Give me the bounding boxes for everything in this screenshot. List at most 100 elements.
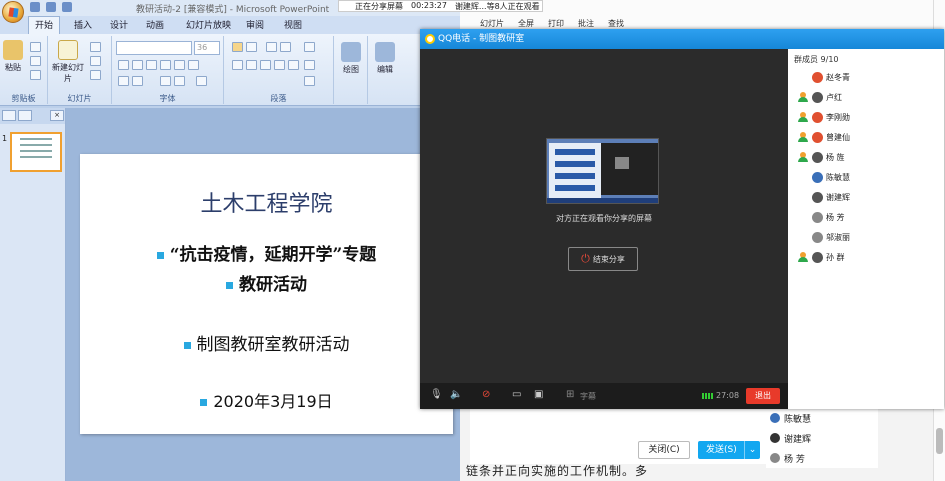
member-row[interactable]: 曾建仙	[788, 127, 944, 147]
cut-icon[interactable]	[30, 42, 41, 52]
subtitle-icon[interactable]: ⊞	[566, 389, 574, 400]
indent-increase-icon[interactable]	[280, 42, 291, 52]
member-row[interactable]: 赵冬青	[788, 67, 944, 87]
numbering-icon[interactable]	[246, 42, 257, 52]
align-right-icon[interactable]	[260, 60, 271, 70]
exit-button[interactable]: 退出	[746, 388, 780, 404]
list-item[interactable]: 陈敏慧	[766, 408, 878, 428]
qq-title-bar: QQ电话 - 制图教研室	[420, 29, 944, 49]
paste-button[interactable]: 粘贴	[2, 40, 24, 73]
slide-canvas[interactable]: 土木工程学院 “抗击疫情，延期开学”专题 教研活动 制图教研室教研活动 2020…	[80, 154, 453, 434]
grow-font-icon[interactable]	[160, 76, 171, 86]
member-row[interactable]: 卢红	[788, 87, 944, 107]
undo-icon[interactable]	[46, 2, 56, 12]
bold-icon[interactable]	[118, 60, 129, 70]
slides-tab[interactable]	[2, 110, 16, 121]
strikethrough-icon[interactable]	[160, 60, 171, 70]
slide-bullet-3[interactable]: 制图教研室教研活动	[80, 330, 453, 355]
editing-button[interactable]: 编辑	[374, 42, 396, 75]
member-row[interactable]: 杨 芳	[788, 207, 944, 227]
shadow-icon[interactable]	[174, 60, 185, 70]
screen-share-status-bar: 正在分享屏幕 00:23:27 谢建辉...等8人正在观看	[338, 0, 543, 12]
indent-decrease-icon[interactable]	[266, 42, 277, 52]
tab-home[interactable]: 开始	[28, 16, 61, 34]
toolbar-print[interactable]: 打印	[548, 18, 564, 29]
member-row[interactable]: 李刚勋	[788, 107, 944, 127]
slide-thumbnail[interactable]	[10, 132, 62, 172]
align-left-icon[interactable]	[232, 60, 243, 70]
member-row[interactable]: 谢建辉	[788, 187, 944, 207]
member-name: 曾建仙	[826, 132, 850, 142]
bullet-icon	[156, 252, 164, 259]
layout-icon[interactable]	[90, 42, 101, 52]
thumb-number: 1	[2, 134, 8, 143]
font-size-combo[interactable]: 36	[194, 41, 220, 55]
slide-bullet-4[interactable]: 2020年3月19日	[80, 388, 453, 412]
spacing-icon[interactable]	[188, 60, 199, 70]
speaker-icon[interactable]: 🔈	[450, 389, 462, 400]
toolbar-annotate[interactable]: 批注	[578, 18, 594, 29]
list-item[interactable]: 杨 芳	[766, 448, 878, 468]
slide-line-1: “抗击疫情，延期开学”专题	[169, 245, 377, 265]
office-button[interactable]	[2, 1, 24, 23]
toolbar-slideshow[interactable]: 幻灯片	[480, 18, 504, 29]
font-color-icon[interactable]	[118, 76, 129, 86]
member-row[interactable]: 陈敏慧	[788, 167, 944, 187]
copy-icon[interactable]	[30, 56, 41, 66]
slide-bullet-1[interactable]: “抗击疫情，延期开学”专题	[80, 240, 453, 265]
scrollbar-thumb[interactable]	[936, 428, 943, 454]
tab-review[interactable]: 审阅	[246, 18, 264, 31]
background-toolbar-items: 幻灯片 全屏 打印 批注 查找	[480, 18, 624, 29]
subtitle-label[interactable]: 字幕	[580, 391, 596, 402]
list-item[interactable]: 谢建辉	[766, 428, 878, 448]
avatar	[770, 453, 780, 463]
member-row[interactable]: 杨 旌	[788, 147, 944, 167]
redo-icon[interactable]	[62, 2, 72, 12]
reset-icon[interactable]	[90, 56, 101, 66]
delete-slide-icon[interactable]	[90, 70, 101, 80]
format-painter-icon[interactable]	[30, 70, 41, 80]
speaking-icon	[798, 252, 808, 262]
bullets-icon[interactable]	[232, 42, 243, 52]
align-text-icon[interactable]	[304, 60, 315, 70]
shrink-font-icon[interactable]	[174, 76, 185, 86]
smartart-icon[interactable]	[304, 76, 315, 86]
text-direction-icon[interactable]	[304, 42, 315, 52]
avatar	[770, 413, 780, 423]
camera-off-icon[interactable]: ⊘	[482, 389, 490, 400]
send-button[interactable]: 发送(S) ⌄	[698, 441, 760, 459]
member-row[interactable]: 邬淑丽	[788, 227, 944, 247]
tab-design[interactable]: 设计	[110, 18, 128, 31]
tab-insert[interactable]: 插入	[74, 18, 92, 31]
underline-icon[interactable]	[146, 60, 157, 70]
tab-slideshow[interactable]: 幻灯片放映	[186, 18, 231, 31]
save-icon[interactable]	[30, 2, 40, 12]
microphone-icon[interactable]: 🎙	[430, 389, 443, 400]
bullet-icon	[226, 282, 233, 289]
italic-icon[interactable]	[132, 60, 143, 70]
font-name-combo[interactable]	[116, 41, 192, 55]
shared-screen-preview	[546, 138, 659, 204]
close-button[interactable]: 关闭(C)	[638, 441, 690, 459]
slide-bullet-2[interactable]: 教研活动	[80, 270, 453, 295]
close-panel-icon[interactable]: ×	[50, 110, 64, 121]
whiteboard-icon[interactable]: ▣	[534, 389, 543, 400]
align-center-icon[interactable]	[246, 60, 257, 70]
columns-icon[interactable]	[288, 60, 299, 70]
end-share-button[interactable]: ⏻ 结束分享	[568, 247, 638, 271]
paste-icon	[3, 40, 23, 60]
member-row[interactable]: 孙 群	[788, 247, 944, 267]
change-case-icon[interactable]	[132, 76, 143, 86]
justify-icon[interactable]	[274, 60, 285, 70]
tab-animation[interactable]: 动画	[146, 18, 164, 31]
slide-title[interactable]: 土木工程学院	[80, 186, 453, 218]
send-options-icon[interactable]: ⌄	[744, 441, 760, 459]
tab-view[interactable]: 视图	[284, 18, 302, 31]
drawing-button[interactable]: 绘图	[340, 42, 362, 75]
screen-share-icon[interactable]: ▭	[512, 389, 521, 400]
new-slide-button[interactable]: 新建幻灯片	[52, 40, 84, 84]
toolbar-find[interactable]: 查找	[608, 18, 624, 29]
outline-tab[interactable]	[18, 110, 32, 121]
toolbar-fullscreen[interactable]: 全屏	[518, 18, 534, 29]
clear-format-icon[interactable]	[196, 76, 207, 86]
